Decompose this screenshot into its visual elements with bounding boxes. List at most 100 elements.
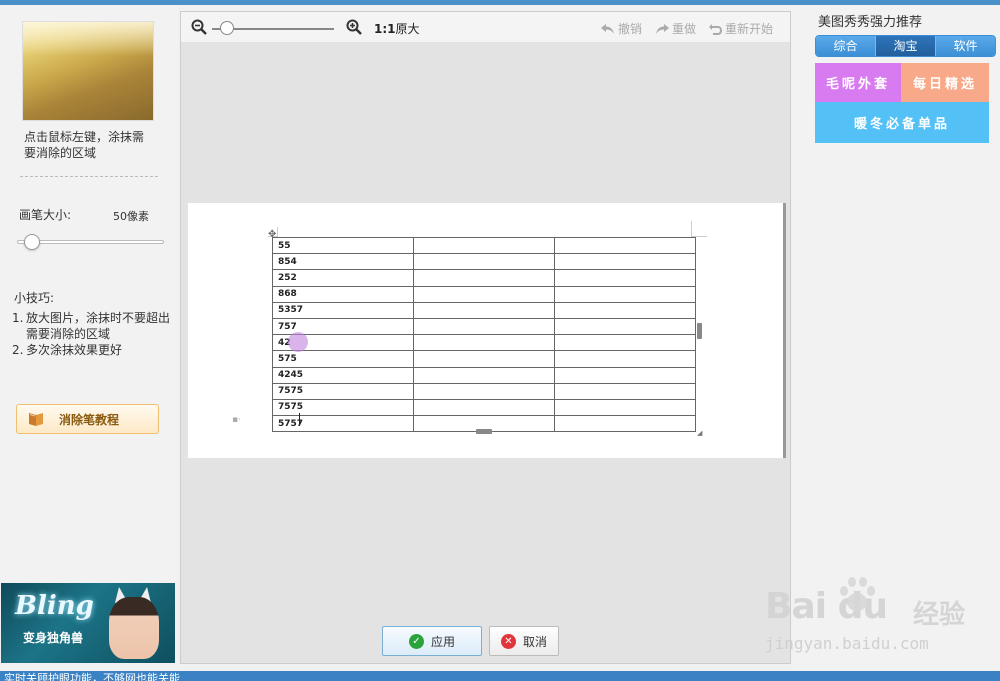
zoom-slider-handle[interactable] [220, 21, 234, 35]
table-row: 55 [272, 236, 696, 255]
apply-label: 应用 [430, 634, 455, 649]
table-cell: 5357 [272, 301, 414, 319]
tip-text: 放大图片，涂抹时不要超出需要消除的区域 [26, 311, 171, 341]
table-row: 7575 [272, 382, 696, 400]
recommend-tabs: 综合 淘宝 软件 [815, 35, 996, 57]
close-icon: ✕ [500, 633, 516, 649]
table-row: 4245 [272, 366, 696, 384]
table-cell [554, 236, 696, 255]
preview-thumbnail [22, 21, 154, 121]
table-row: 252 [272, 269, 696, 287]
status-text: 实时关顾护眼功能，不够网也能关能 [4, 672, 180, 681]
tab-taobao[interactable]: 淘宝 [876, 36, 936, 56]
table-cell [554, 382, 696, 400]
undo-label: 撤销 [618, 22, 643, 36]
table-cell: 252 [272, 269, 414, 287]
right-panel: 美图秀秀强力推荐 综合 淘宝 软件 毛呢外套 每日精选 暖冬必备单品 [793, 5, 1000, 671]
editor-area: 1:1原大 撤销 重做 重新开始 ✥ ▪· 55 854 252 868 5357 [180, 11, 791, 664]
table-cell: 55 [272, 236, 414, 255]
zoom-out-icon[interactable] [191, 19, 207, 35]
table-cell [554, 285, 696, 303]
table-cell [413, 366, 555, 384]
brush-size-label: 画笔大小: [19, 208, 72, 222]
status-bar: 实时关顾护眼功能，不够网也能关能 [0, 671, 1000, 681]
restart-label: 重新开始 [725, 22, 774, 36]
table-cell: 868 [272, 285, 414, 303]
tips-list: 1. 放大图片，涂抹时不要超出需要消除的区域 2. 多次涂抹效果更好 [12, 310, 172, 358]
text-caret [299, 413, 300, 425]
redo-icon [656, 23, 669, 34]
table-corner-handle-icon: ◢ [697, 429, 703, 437]
table-cell [413, 253, 555, 271]
table-row: 7575 [272, 398, 696, 417]
table-cell [554, 269, 696, 287]
table-cell [554, 301, 696, 319]
promo-winter-essentials[interactable]: 暖冬必备单品 [815, 102, 989, 143]
tips-title: 小技巧: [14, 291, 55, 305]
editor-toolbar: 1:1原大 撤销 重做 重新开始 [181, 12, 790, 42]
tip-text: 多次涂抹效果更好 [26, 343, 123, 357]
redo-label: 重做 [672, 22, 697, 36]
zoom-in-icon[interactable] [346, 19, 362, 35]
table-cell [554, 334, 696, 352]
ad-subtitle: 变身独角兽 [23, 631, 84, 645]
ad-title: Bling [15, 591, 94, 621]
ad-portrait [109, 597, 159, 659]
data-table: 55 854 252 868 5357 757 42 575 4245 7575 7575 5757 [272, 236, 696, 433]
tip-item: 2. 多次涂抹效果更好 [12, 342, 172, 358]
table-cell [554, 398, 696, 417]
brush-size-value: 50像素 [113, 210, 149, 223]
recommend-title: 美图秀秀强力推荐 [818, 15, 923, 30]
image-canvas[interactable]: ✥ ▪· 55 854 252 868 5357 757 42 575 4245 7575 7575… [188, 203, 786, 458]
promo-daily-picks[interactable]: 每日精选 [901, 63, 989, 102]
restart-button[interactable]: 重新开始 [709, 20, 773, 37]
cancel-button[interactable]: ✕ 取消 [489, 626, 559, 656]
check-icon: ✓ [408, 633, 424, 649]
table-cell [413, 350, 555, 368]
crop-mark [691, 221, 692, 237]
actual-size-ratio: 1:1 [374, 22, 396, 36]
table-cell: 7575 [272, 382, 414, 400]
table-row: 868 [272, 285, 696, 303]
paragraph-icon: ▪· [232, 415, 241, 425]
table-cell: 4245 [272, 366, 414, 384]
table-cell [554, 350, 696, 368]
table-cell [413, 382, 555, 400]
book-icon [29, 413, 43, 426]
table-cell [554, 366, 696, 384]
table-row: 757 [272, 317, 696, 336]
brush-cursor [288, 332, 308, 352]
redo-button[interactable]: 重做 [655, 20, 696, 37]
table-row: 42 [272, 334, 696, 352]
table-cell [554, 317, 696, 336]
table-cell [413, 334, 555, 352]
table-cell [413, 285, 555, 303]
table-cell [413, 236, 555, 255]
divider [20, 176, 158, 177]
table-cell [413, 301, 555, 319]
tab-software[interactable]: 软件 [936, 36, 995, 56]
table-cell: 575 [272, 350, 414, 368]
table-cell [554, 253, 696, 271]
table-cell [413, 317, 555, 336]
table-row: 575 [272, 350, 696, 368]
table-cell: 854 [272, 253, 414, 271]
tutorial-label: 消除笔教程 [59, 412, 120, 427]
apply-button[interactable]: ✓ 应用 [382, 626, 482, 656]
tip-item: 1. 放大图片，涂抹时不要超出需要消除的区域 [12, 310, 172, 342]
restart-icon [709, 23, 722, 35]
table-cell [413, 269, 555, 287]
brush-size-slider-handle[interactable] [24, 234, 40, 250]
tab-general[interactable]: 综合 [816, 36, 876, 56]
undo-button[interactable]: 撤销 [601, 20, 642, 37]
table-cell [554, 415, 696, 433]
eraser-tutorial-button[interactable]: 消除笔教程 [16, 404, 159, 434]
promo-wool-coat[interactable]: 毛呢外套 [815, 63, 901, 102]
tip-number: 2. [12, 343, 24, 357]
erase-hint: 点击鼠标左键，涂抹需要消除的区域 [24, 130, 145, 160]
tip-number: 1. [12, 311, 24, 325]
table-resize-handle [697, 323, 702, 339]
ad-banner[interactable]: Bling 变身独角兽 [1, 583, 175, 663]
actual-size-button[interactable]: 1:1原大 [374, 20, 420, 37]
table-cell: 5757 [272, 415, 414, 433]
